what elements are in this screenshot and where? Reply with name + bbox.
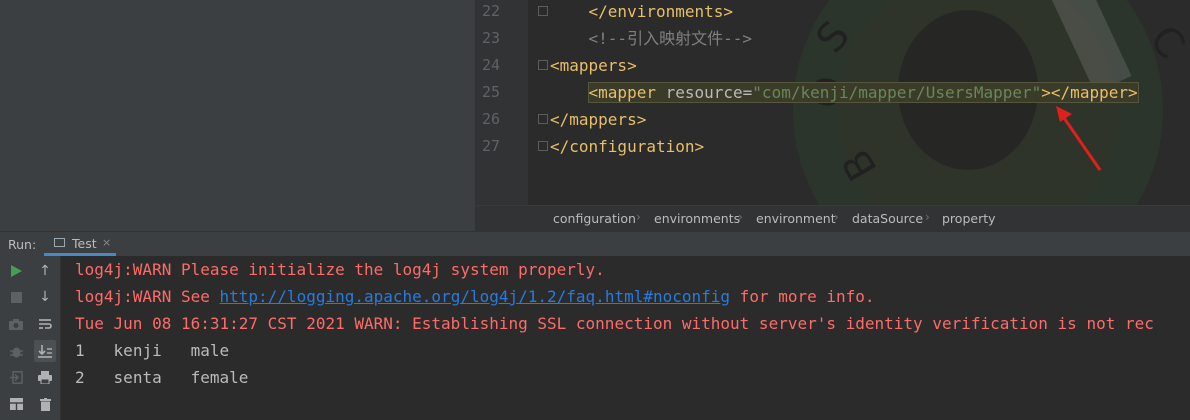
console-row: 2 senta female [75,364,248,391]
line-number: 27 [482,137,501,155]
run-label: Run: [8,237,37,252]
run-icon[interactable] [5,260,27,282]
breadcrumb-item[interactable]: environments [654,211,740,226]
warn-prefix: log4j:WARN See [75,287,220,306]
line-number: 22 [482,2,501,20]
debug-icon[interactable] [5,340,27,362]
fold-marker-icon[interactable] [538,141,548,151]
row-gender: male [190,341,230,360]
resource-attribute: resource [665,83,743,102]
up-arrow-icon[interactable]: ↑ [34,260,56,282]
breadcrumb-separator-icon: › [834,210,839,224]
layout-icon[interactable] [5,393,27,415]
row-id: 2 [75,368,85,387]
console-output[interactable]: log4j:WARN Please initialize the log4j s… [61,256,1190,420]
trash-icon[interactable] [34,393,56,415]
run-toolbar: ↑ ↓ [0,256,61,420]
exit-icon[interactable] [5,366,27,388]
code-line: <mappers> [550,56,637,75]
warn-suffix: for more info. [730,287,875,306]
breadcrumb-item[interactable]: property [942,211,996,226]
mapper-open-tag: <mapper [588,83,666,102]
breadcrumb-item[interactable]: configuration [553,211,636,226]
breadcrumb-separator-icon: › [738,210,743,224]
code-line: </environments> [550,2,734,21]
console-line-warn: log4j:WARN Please initialize the log4j s… [75,260,605,279]
row-id: 1 [75,341,85,360]
fold-marker-icon[interactable] [538,6,548,16]
breadcrumb-item[interactable]: environment [756,211,836,226]
code-line-comment: <!--引入映射文件--> [550,25,752,52]
faq-link[interactable]: http://logging.apache.org/log4j/1.2/faq.… [220,287,731,306]
scroll-to-end-icon[interactable] [34,340,56,362]
line-number: 26 [482,110,501,128]
red-arrow-annotation-icon [1056,106,1102,171]
line-number: 24 [482,56,501,74]
xml-comment: <!--引入映射文件--> [588,29,752,48]
console-line-warn: log4j:WARN See http://logging.apache.org… [75,283,875,310]
fold-marker-icon[interactable] [538,60,548,70]
run-tool-window-header: Run: Test × [0,231,1190,257]
breadcrumb-separator-icon: › [925,210,930,224]
close-icon[interactable]: × [102,236,111,249]
breadcrumb-item[interactable]: dataSource [852,211,923,226]
breadcrumb: configuration › environments › environme… [476,205,1190,231]
row-name: kenji [113,341,162,360]
row-gender: female [190,368,249,387]
fold-marker-icon[interactable] [538,114,548,124]
console-row: 1 kenji male [75,337,229,364]
print-icon[interactable] [34,366,56,388]
camera-icon[interactable] [5,313,27,335]
resource-value: "com/kenji/mapper/UsersMapper" [752,83,1042,102]
console-line-warn: Tue Jun 08 16:31:27 CST 2021 WARN: Estab… [75,314,1154,333]
line-number: 23 [482,29,501,47]
console-icon [54,238,65,247]
soft-wrap-icon[interactable] [34,313,56,335]
line-number: 25 [482,83,501,101]
row-name: senta [113,368,162,387]
tab-test[interactable]: Test × [44,232,116,256]
editor-area: S C O B 22 23 24 25 26 27 </environments… [0,0,1190,231]
code-line: </configuration> [550,137,705,156]
code-line: </mappers> [550,110,647,129]
project-pane [0,0,475,231]
stop-icon[interactable] [5,286,27,308]
breadcrumb-separator-icon: › [636,210,641,224]
tab-label: Test [72,236,97,251]
equals-sign: = [742,83,753,102]
down-arrow-icon[interactable]: ↓ [34,286,56,308]
